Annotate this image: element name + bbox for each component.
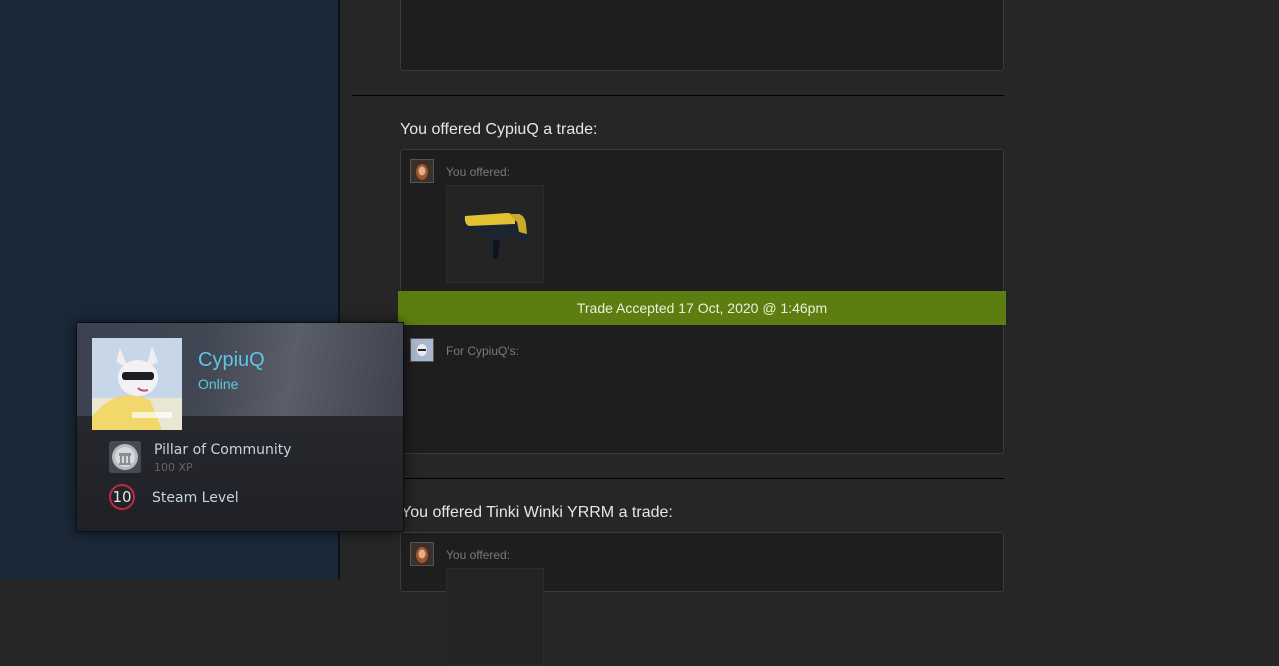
you-offered-label: You offered: (446, 548, 511, 562)
avatar-image-icon (411, 160, 433, 182)
trade-item-slot[interactable] (446, 185, 544, 283)
trade-item-slot[interactable] (446, 568, 544, 666)
my-avatar[interactable] (410, 159, 434, 183)
avatar-image-icon (92, 338, 182, 430)
trade-heading: You offered Tinki Winki YRRM a trade: (401, 504, 673, 521)
steam-level-badge: 10 (109, 484, 135, 510)
pistol-weapon-icon (460, 212, 529, 261)
previous-trade-box (400, 0, 1004, 71)
profile-name[interactable]: CypiuQ (198, 349, 265, 372)
partner-avatar[interactable] (410, 338, 434, 362)
avatar-image-icon (411, 543, 433, 565)
badge-xp: 100 XP (154, 461, 193, 474)
trade-divider (352, 478, 1004, 479)
you-offered-label: You offered: (446, 165, 511, 179)
trade-heading: You offered CypiuQ a trade: (400, 121, 598, 138)
avatar-image-icon (411, 339, 433, 361)
badge-name: Pillar of Community (154, 442, 292, 458)
profile-status: Online (198, 376, 239, 392)
profile-avatar[interactable] (92, 338, 182, 430)
my-avatar[interactable] (410, 542, 434, 566)
profile-hover-card: CypiuQ Online Pillar of Community 100 XP… (76, 322, 404, 532)
steam-level-label: Steam Level (152, 490, 239, 506)
trade-accepted-bar: Trade Accepted 17 Oct, 2020 @ 1:46pm (398, 291, 1006, 325)
community-badge-icon (109, 441, 141, 473)
profile-card-body (77, 416, 403, 531)
trade-divider (352, 95, 1004, 96)
for-partner-label: For CypiuQ's: (446, 344, 519, 358)
